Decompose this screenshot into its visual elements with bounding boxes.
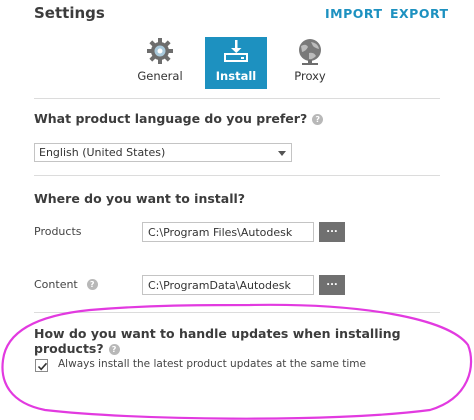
- language-select-value: English (United States): [39, 146, 166, 159]
- install-section-heading: Where do you want to install?: [34, 191, 246, 206]
- divider: [34, 175, 440, 176]
- tab-proxy-label: Proxy: [294, 69, 326, 83]
- content-label-row: Content?: [34, 278, 98, 291]
- page-title: Settings: [34, 4, 105, 22]
- gear-icon: [147, 38, 173, 64]
- globe-network-icon: [299, 39, 321, 65]
- tab-install[interactable]: Install: [205, 37, 267, 89]
- help-icon[interactable]: ?: [312, 114, 324, 125]
- always-update-checkbox[interactable]: [35, 359, 48, 372]
- tab-general[interactable]: General: [129, 37, 191, 89]
- chevron-down-icon: [278, 151, 286, 156]
- tab-general-label: General: [137, 69, 183, 83]
- products-label: Products: [34, 225, 82, 238]
- tab-install-label: Install: [215, 69, 257, 83]
- language-select[interactable]: English (United States): [34, 143, 292, 162]
- language-section-heading: What product language do you prefer??: [34, 111, 324, 126]
- updates-question: How do you want to handle updates when i…: [34, 326, 401, 356]
- updates-section-heading: How do you want to handle updates when i…: [34, 326, 474, 356]
- language-question: What product language do you prefer?: [34, 111, 308, 126]
- install-download-icon: [224, 40, 248, 62]
- products-browse-button[interactable]: ...: [319, 222, 345, 242]
- import-button[interactable]: IMPORT: [325, 6, 382, 21]
- content-path-field[interactable]: C:\ProgramData\Autodesk: [142, 275, 314, 295]
- content-browse-button[interactable]: ...: [319, 275, 345, 295]
- always-update-label: Always install the latest product update…: [58, 358, 366, 370]
- tab-proxy[interactable]: Proxy: [279, 37, 341, 89]
- help-icon[interactable]: ?: [86, 279, 98, 290]
- export-button[interactable]: EXPORT: [390, 6, 449, 21]
- content-label: Content: [34, 278, 78, 291]
- divider: [34, 98, 440, 99]
- checkmark-icon: [37, 362, 48, 371]
- divider: [34, 312, 440, 313]
- help-icon[interactable]: ?: [108, 344, 120, 355]
- products-path-field[interactable]: C:\Program Files\Autodesk: [142, 222, 314, 242]
